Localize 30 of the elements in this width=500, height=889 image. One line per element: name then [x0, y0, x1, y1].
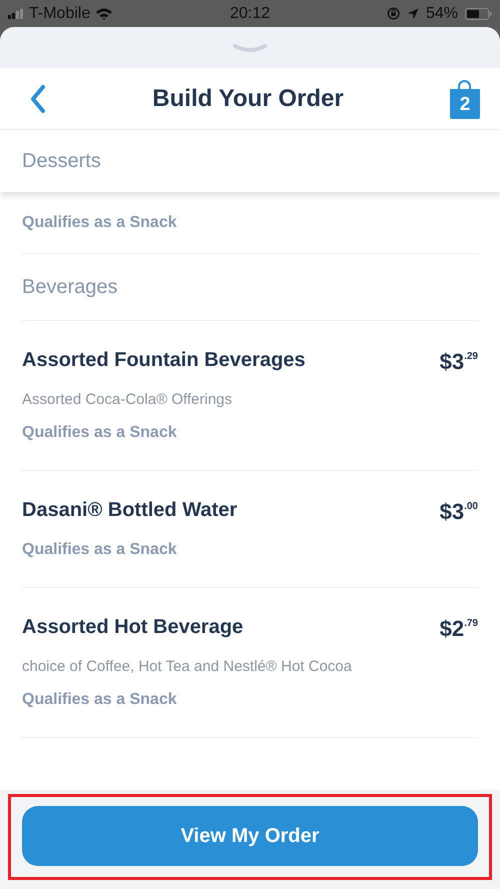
location-arrow-icon: [406, 8, 419, 20]
rotation-lock-icon: [386, 7, 400, 20]
item-name: Dasani® Bottled Water: [22, 499, 238, 522]
menu-item[interactable]: Assorted Fountain Beverages $3$^{.29}$ Assorted Coca-Cola® Offerings Qualifies as a Snack: [22, 321, 478, 471]
item-price: $2$^{.79}$: [440, 616, 478, 642]
item-name: Assorted Hot Beverage: [22, 616, 244, 639]
item-note: Qualifies as a Snack: [22, 424, 177, 442]
item-price: $3$^{.29}$: [440, 349, 478, 375]
carrier-name: T-Mobile: [29, 4, 90, 22]
section-title: Beverages: [22, 276, 118, 298]
item-description: Assorted Coca-Cola® Offerings: [22, 391, 232, 408]
item-note: Qualifies as a Snack: [22, 541, 177, 559]
cart-button[interactable]: 2: [450, 78, 480, 118]
back-button[interactable]: [30, 84, 46, 112]
menu-item[interactable]: Dasani® Bottled Water $3$^{.00}$ Qualifies as a Snack: [22, 471, 478, 588]
clock-time: 20:12: [230, 4, 270, 22]
section-title: Desserts: [22, 150, 101, 172]
page-title: Build Your Order: [152, 84, 344, 112]
view-order-button[interactable]: View My Order: [22, 806, 478, 866]
item-price: $3$^{.00}$: [440, 499, 478, 525]
battery-icon: [464, 8, 492, 20]
item-description: choice of Coffee, Hot Tea and Nestlé® Hot Cocoa: [22, 658, 352, 675]
menu-item[interactable]: Assorted Hot Beverage $2$^{.79}$ choice of Coffee, Hot Tea and Nestlé® Hot Cocoa Qualifies as a Snack: [22, 588, 478, 738]
item-note: Qualifies as a Snack: [22, 214, 177, 232]
wifi-icon: [95, 7, 114, 20]
item-name: Assorted Fountain Beverages: [22, 349, 306, 372]
item-note: Qualifies as a Snack: [22, 691, 177, 709]
signal-icon: [8, 8, 24, 18]
battery-percent: 54%: [426, 4, 458, 22]
chevron-left-icon: [30, 84, 46, 112]
